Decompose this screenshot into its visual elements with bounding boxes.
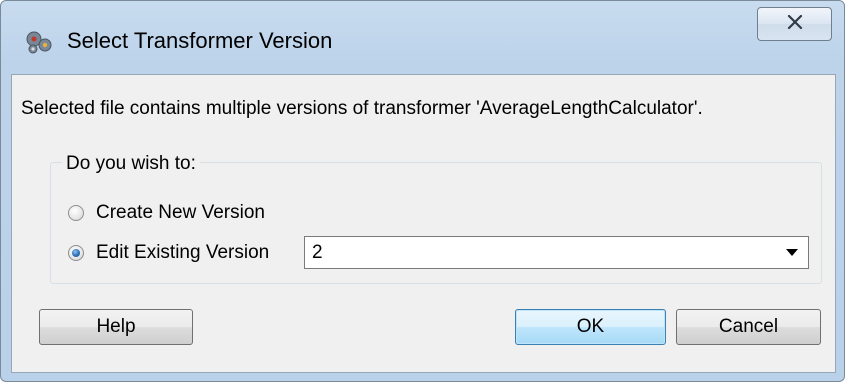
- close-button[interactable]: [757, 7, 832, 41]
- dialog-body: Selected file contains multiple versions…: [11, 74, 836, 373]
- radio-label: Create New Version: [96, 202, 265, 223]
- version-select[interactable]: 2: [304, 236, 809, 269]
- dropdown-arrow-icon: [786, 249, 798, 256]
- help-button[interactable]: Help: [39, 309, 193, 345]
- title-bar[interactable]: Select Transformer Version: [1, 1, 844, 81]
- dialog-message: Selected file contains multiple versions…: [21, 98, 703, 119]
- window-title: Select Transformer Version: [67, 28, 333, 53]
- radio-button-checked[interactable]: [68, 245, 84, 261]
- ok-button[interactable]: OK: [515, 309, 666, 345]
- cancel-button[interactable]: Cancel: [676, 309, 821, 345]
- dialog-window: Select Transformer Version Selected file…: [0, 0, 845, 382]
- groupbox-legend: Do you wish to:: [62, 153, 200, 175]
- radio-create-new-version[interactable]: Create New Version: [68, 202, 265, 224]
- radio-label: Edit Existing Version: [96, 242, 270, 263]
- close-icon: [787, 14, 803, 34]
- radio-edit-existing-version[interactable]: Edit Existing Version: [68, 242, 269, 264]
- gear-cluster-icon: [23, 28, 55, 56]
- version-select-value: 2: [312, 242, 323, 263]
- radio-button[interactable]: [68, 205, 84, 221]
